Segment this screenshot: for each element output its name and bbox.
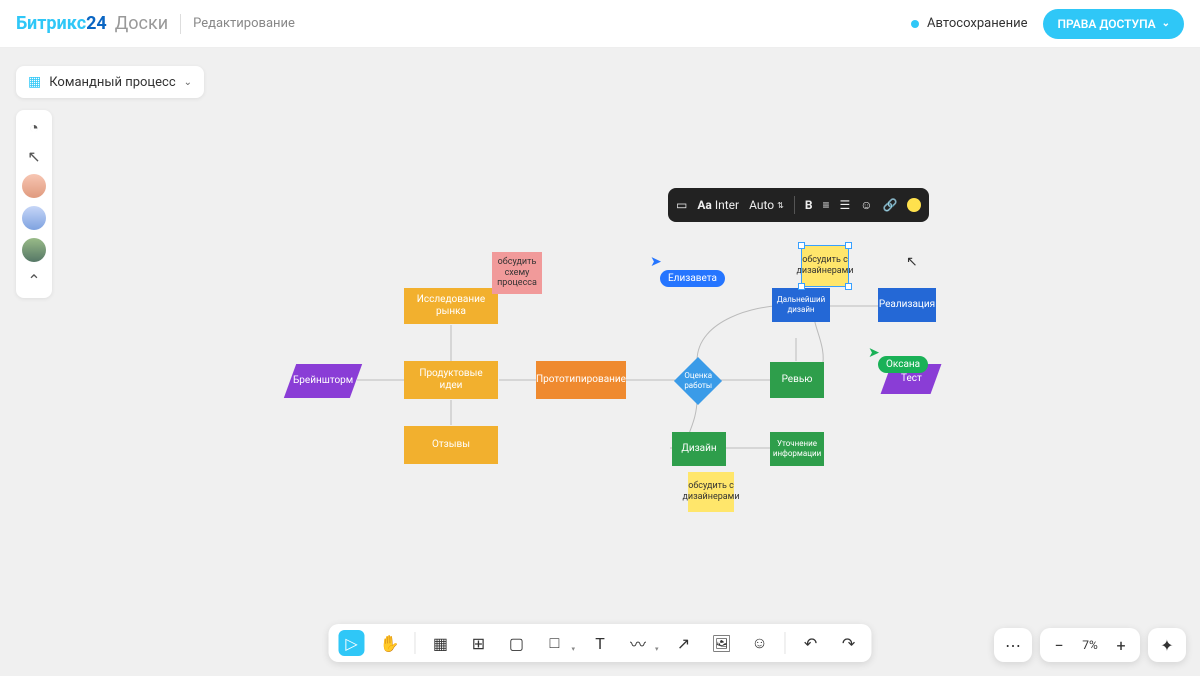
resize-handle-icon[interactable] [798, 242, 805, 249]
size-mode-label: Auto [749, 198, 774, 212]
divider [180, 14, 181, 34]
sparkle-icon: ✦ [1156, 634, 1178, 656]
node-prototyping[interactable]: Прототипирование [536, 361, 626, 399]
sticky-note-icon[interactable]: ▭ [676, 198, 687, 212]
node-label: Отзывы [432, 439, 470, 451]
more-icon: ⋯ [1002, 634, 1024, 656]
brand-logo: Битрикс24 [16, 13, 107, 34]
sticky-label: обсудить схему процесса [496, 257, 538, 289]
fill-color-button[interactable] [907, 198, 921, 212]
node-label: Оценка работы [684, 371, 712, 390]
live-cursor-icon: ➤ [650, 254, 662, 270]
bottom-toolbar: ▷ ✋ ▦ ⊞ ▢ □ ▾ T 〰 ▾ ↗ 🖼 ☺ ↶ ↷ [328, 624, 871, 662]
zoom-cluster: ⋯ − 7% + ✦ [994, 628, 1186, 662]
node-review[interactable]: Ревью [770, 362, 824, 398]
canvas[interactable]: Брейншторм Исследование рынка Продуктовы… [0, 48, 1200, 676]
bold-button[interactable]: B [805, 198, 813, 212]
autosave-dot-icon [911, 20, 919, 28]
node-brainstorm[interactable]: Брейншторм [284, 364, 362, 398]
app-title: Доски [115, 13, 168, 34]
sticky-designers-2-selected[interactable]: обсудить с дизайнерами [802, 246, 848, 286]
mouse-cursor-icon: ↖ [906, 254, 918, 270]
brand-number: 24 [86, 13, 107, 34]
divider [794, 196, 795, 214]
brand-word: Битрикс [16, 13, 86, 34]
node-research[interactable]: Исследование рынка [404, 288, 498, 324]
font-picker[interactable]: Aa Inter [697, 198, 739, 212]
chevron-down-icon: ⌄ [1162, 18, 1170, 29]
live-cursor-icon: ➤ [868, 345, 880, 361]
access-rights-button[interactable]: ПРАВА ДОСТУПА ⌄ [1043, 9, 1184, 39]
templates-button[interactable]: ▦ [427, 630, 453, 656]
list-button[interactable]: ☰ [840, 198, 851, 212]
zoom-controls: − 7% + [1040, 628, 1140, 662]
connector-tool-button[interactable]: ↗ [671, 630, 697, 656]
autosave-label: Автосохранение [927, 16, 1027, 31]
node-label: Реализация [879, 299, 935, 311]
hand-tool-button[interactable]: ✋ [376, 630, 402, 656]
caret-down-icon: ▾ [655, 645, 659, 653]
font-name-label: Inter [715, 198, 739, 212]
ai-button[interactable]: ✦ [1148, 628, 1186, 662]
emoji-tool-button[interactable]: ☺ [747, 630, 773, 656]
undo-button[interactable]: ↶ [798, 630, 824, 656]
node-ideas[interactable]: Продуктовые идеи [404, 361, 498, 399]
node-reviews[interactable]: Отзывы [404, 426, 498, 464]
image-tool-button[interactable]: 🖼 [709, 630, 735, 656]
node-label: Продуктовые идеи [408, 368, 494, 392]
resize-handle-icon[interactable] [798, 283, 805, 290]
node-label: Ревью [782, 374, 813, 386]
sticky-scheme[interactable]: обсудить схему процесса [492, 252, 542, 294]
fill-swatch-icon [907, 198, 921, 212]
stepper-icon: ⇅ [777, 201, 784, 210]
node-label: Тест [901, 373, 922, 385]
node-label: Дизайн [681, 443, 716, 455]
node-label: Прототипирование [536, 374, 626, 386]
divider [785, 632, 786, 654]
node-design[interactable]: Дизайн [672, 432, 726, 466]
breadcrumb: Редактирование [193, 16, 295, 31]
node-clarify[interactable]: Уточнение информации [770, 432, 824, 466]
node-label: Уточнение информации [773, 439, 821, 458]
top-bar: Битрикс24 Доски Редактирование Автосохра… [0, 0, 1200, 48]
zoom-in-button[interactable]: + [1110, 634, 1132, 656]
font-size-mode[interactable]: Auto ⇅ [749, 198, 784, 212]
sticky-tool-button[interactable]: ▢ [503, 630, 529, 656]
resize-handle-icon[interactable] [845, 242, 852, 249]
zoom-value[interactable]: 7% [1078, 638, 1102, 652]
node-realization[interactable]: Реализация [878, 288, 936, 322]
more-menu[interactable]: ⋯ [994, 628, 1032, 662]
select-tool-button[interactable]: ▷ [338, 630, 364, 656]
sticky-label: обсудить с дизайнерами [682, 481, 739, 503]
access-button-label: ПРАВА ДОСТУПА [1057, 17, 1155, 31]
zoom-out-button[interactable]: − [1048, 634, 1070, 656]
emoji-button[interactable]: ☺ [860, 198, 872, 212]
live-cursor-label: Елизавета [660, 270, 725, 287]
pen-tool-button[interactable]: 〰 [625, 630, 651, 656]
live-cursor-label: Оксана [878, 356, 928, 373]
align-button[interactable]: ≡ [822, 198, 829, 212]
sticky-label: обсудить с дизайнерами [796, 255, 853, 277]
sticky-designers-1[interactable]: обсудить с дизайнерами [688, 472, 734, 512]
autosave-status: Автосохранение [911, 16, 1027, 31]
shape-tool-button[interactable]: □ [541, 630, 567, 656]
style-toolbar: ▭ Aa Inter Auto ⇅ B ≡ ☰ ☺ 🔗 [668, 188, 929, 222]
link-button[interactable]: 🔗 [883, 198, 898, 212]
divider [414, 632, 415, 654]
node-label: Исследование рынка [408, 294, 494, 318]
node-label: Брейншторм [293, 375, 353, 387]
frame-tool-button[interactable]: ⊞ [465, 630, 491, 656]
node-label: Дальнейший дизайн [776, 295, 826, 314]
caret-down-icon: ▾ [571, 645, 575, 653]
resize-handle-icon[interactable] [845, 283, 852, 290]
node-evaluation[interactable]: Оценка работы [674, 357, 722, 405]
node-further-design[interactable]: Дальнейший дизайн [772, 288, 830, 322]
redo-button[interactable]: ↷ [836, 630, 862, 656]
text-tool-button[interactable]: T [587, 630, 613, 656]
